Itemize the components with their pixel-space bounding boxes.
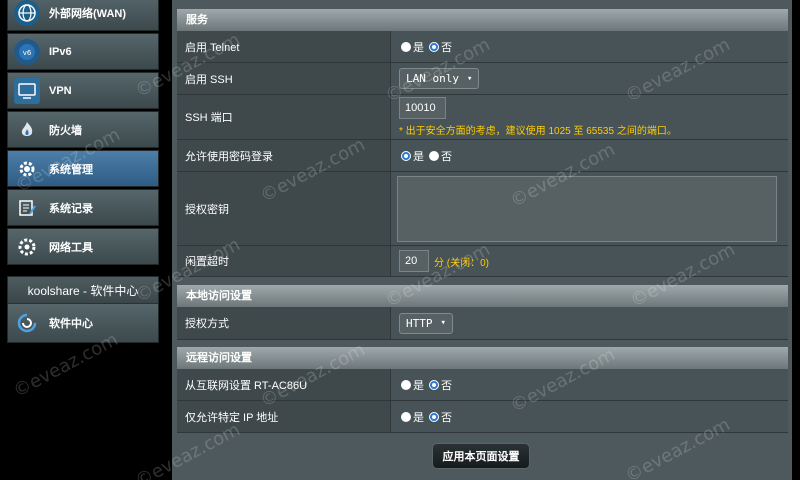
radio-circle [429,379,439,390]
radio-label: 是 [413,411,424,424]
ipv6-icon: v6 [14,38,40,65]
radio-circle [429,150,439,161]
software-center-icon [14,310,40,336]
vpn-icon [14,77,40,104]
telnet-row: 启用 Telnet 是 否 [177,31,788,63]
idle-timeout-unit: 分 (关闭：0) [434,254,489,269]
radio-circle [401,379,411,390]
idle-timeout-row: 闲置超时 20 分 (关闭：0) [177,246,788,277]
log-icon [14,195,40,221]
sidebar-item-firewall[interactable]: 防火墙 [7,111,159,148]
remote-internet-label: 从互联网设置 RT-AC86U [177,369,391,400]
sidebar-item-label: 防火墙 [49,124,82,137]
specific-ip-yes-radio[interactable]: 是 [401,409,424,425]
sidebar-item-label: 网络工具 [49,241,93,254]
ssh-port-hint: * 出于安全方面的考虑，建议使用 1025 至 65535 之间的端口。 [399,126,677,137]
remote-internet-no-radio[interactable]: 否 [429,377,452,393]
radio-label: 否 [441,411,452,424]
ssh-label: 启用 SSH [177,63,391,94]
globe-icon [14,0,40,26]
settings-panel: 服务 启用 Telnet 是 否 启用 SSH LAN only ▾ SSH 端口… [172,0,792,480]
specific-ip-label: 仅允许特定 IP 地址 [177,401,391,432]
auth-method-select[interactable]: HTTP ▾ [399,312,453,334]
apply-settings-button[interactable]: 应用本页面设置 [432,443,530,469]
auth-key-textarea[interactable] [397,175,777,242]
telnet-no-radio[interactable]: 否 [429,39,452,55]
auth-key-label: 授权密钥 [177,172,391,245]
radio-circle [401,150,411,161]
sidebar-item-label: 系统记录 [49,202,93,215]
auth-key-row: 授权密钥 [177,172,788,246]
sidebar: 外部网络(WAN) v6 IPv6 VPN 防火墙 系统管理 系统记录 网络工具… [7,0,160,480]
sidebar-item-label: IPv6 [49,45,72,58]
sidebar-item-syslog[interactable]: 系统记录 [7,189,159,226]
ssh-port-row: SSH 端口 10010 * 出于安全方面的考虑，建议使用 1025 至 655… [177,95,788,140]
firewall-icon [14,117,40,143]
select-value: HTTP [406,316,433,330]
auth-method-label: 授权方式 [177,307,391,339]
section-title-local-access: 本地访问设置 [177,285,788,307]
specific-ip-row: 仅允许特定 IP 地址 是 否 [177,401,788,433]
telnet-yes-radio[interactable]: 是 [401,39,424,55]
svg-text:v6: v6 [23,49,32,57]
radio-label: 否 [441,150,452,163]
remote-internet-row: 从互联网设置 RT-AC86U 是 否 [177,369,788,401]
password-login-label: 允许使用密码登录 [177,140,391,171]
radio-label: 是 [413,150,424,163]
sidebar-item-label: 外部网络(WAN) [49,7,126,20]
auth-method-row: 授权方式 HTTP ▾ [177,307,788,340]
radio-label: 否 [441,41,452,54]
ssh-port-label: SSH 端口 [177,95,391,139]
password-login-yes-radio[interactable]: 是 [401,148,424,164]
password-login-row: 允许使用密码登录 是 否 [177,140,788,172]
section-title-service: 服务 [177,9,788,31]
sidebar-item-tools[interactable]: 网络工具 [7,228,159,265]
sidebar-item-label: VPN [49,84,72,97]
remote-internet-yes-radio[interactable]: 是 [401,377,424,393]
chevron-down-icon: ▾ [466,73,473,84]
koolshare-panel: koolshare - 软件中心 软件中心 [7,276,159,343]
ssh-port-input[interactable]: 10010 [399,97,446,119]
sidebar-item-admin[interactable]: 系统管理 [7,150,159,187]
ssh-select[interactable]: LAN only ▾ [399,68,480,89]
radio-circle [401,41,411,52]
radio-label: 是 [413,41,424,54]
password-login-no-radio[interactable]: 否 [429,148,452,164]
idle-timeout-input[interactable]: 20 [399,250,429,272]
specific-ip-no-radio[interactable]: 否 [429,409,452,425]
radio-circle [401,411,411,422]
koolshare-title: koolshare - 软件中心 [8,277,158,304]
sidebar-item-label: 系统管理 [49,163,93,176]
sidebar-item-software-center[interactable]: 软件中心 [8,304,158,342]
sidebar-item-label: 软件中心 [49,318,93,330]
ssh-row: 启用 SSH LAN only ▾ [177,63,788,95]
idle-timeout-unit-text: 分 (关闭：0) [434,257,489,269]
radio-label: 是 [413,379,424,392]
sidebar-item-vpn[interactable]: VPN [7,72,159,109]
tools-icon [14,234,40,260]
section-title-remote-access: 远程访问设置 [177,347,788,369]
sidebar-item-ipv6[interactable]: v6 IPv6 [7,33,159,70]
radio-circle [429,411,439,422]
telnet-label: 启用 Telnet [177,31,391,62]
idle-timeout-label: 闲置超时 [177,246,391,276]
chevron-down-icon: ▾ [440,318,446,328]
gear-icon [14,156,40,182]
sidebar-item-wan[interactable]: 外部网络(WAN) [7,0,159,31]
radio-label: 否 [441,379,452,392]
select-value: LAN only [406,72,459,85]
radio-circle [429,41,439,52]
